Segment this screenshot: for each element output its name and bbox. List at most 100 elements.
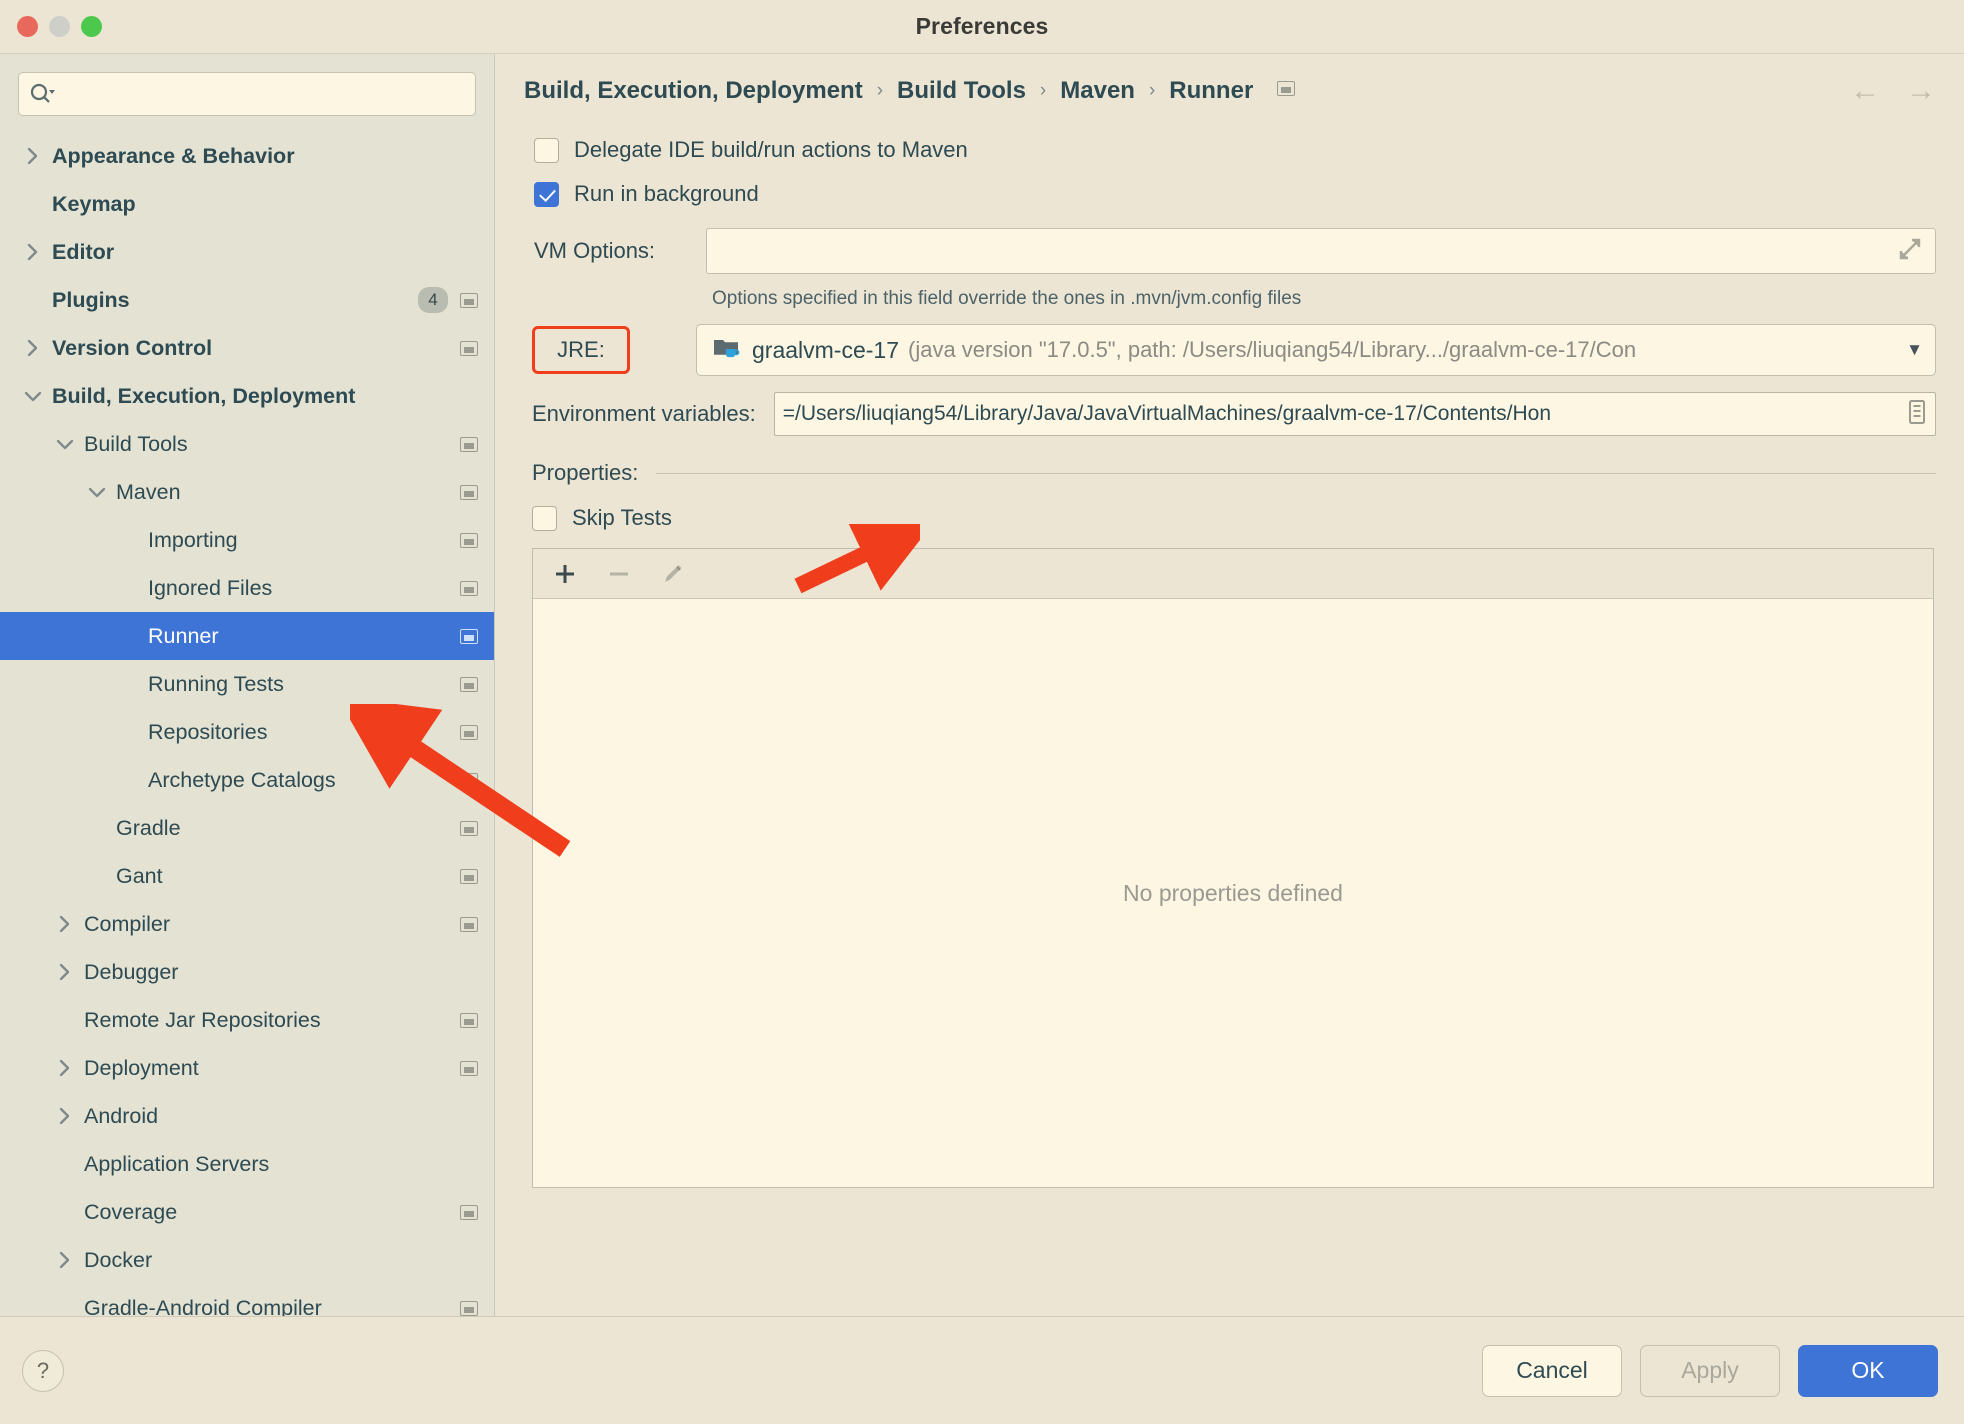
sidebar-item-build-tools[interactable]: Build Tools bbox=[0, 420, 494, 468]
sidebar-item-archetype-catalogs[interactable]: Archetype Catalogs bbox=[0, 756, 494, 804]
chevron-right-icon[interactable] bbox=[52, 1106, 78, 1126]
skip-tests-row[interactable]: Skip Tests bbox=[532, 496, 1936, 540]
sidebar-item-gradle[interactable]: Gradle bbox=[0, 804, 494, 852]
search-input[interactable] bbox=[61, 82, 465, 106]
maximize-window-icon[interactable] bbox=[81, 16, 102, 37]
breadcrumb-part-3[interactable]: Runner bbox=[1169, 77, 1253, 105]
settings-sync-icon[interactable] bbox=[460, 772, 478, 788]
chevron-right-icon[interactable] bbox=[20, 146, 46, 166]
settings-sync-icon[interactable] bbox=[460, 628, 478, 644]
minimize-window-icon[interactable] bbox=[49, 16, 70, 37]
sidebar-item-remote-jar-repositories[interactable]: Remote Jar Repositories bbox=[0, 996, 494, 1044]
settings-sync-icon[interactable] bbox=[460, 580, 478, 596]
jre-row: JRE: graalvm-ce-17 (java version "17.0.5… bbox=[524, 324, 1936, 376]
cancel-button[interactable]: Cancel bbox=[1482, 1344, 1622, 1397]
chevron-down-icon[interactable] bbox=[20, 389, 46, 403]
add-icon[interactable] bbox=[551, 560, 579, 588]
settings-sync-icon[interactable] bbox=[460, 436, 478, 452]
nav-forward-icon[interactable]: → bbox=[1906, 76, 1936, 106]
settings-sync-icon[interactable] bbox=[460, 1300, 478, 1316]
environment-variables-browse-icon[interactable] bbox=[1905, 398, 1929, 431]
sidebar-item-repositories[interactable]: Repositories bbox=[0, 708, 494, 756]
chevron-right-icon[interactable] bbox=[52, 962, 78, 982]
ok-button[interactable]: OK bbox=[1798, 1344, 1938, 1397]
settings-sync-icon[interactable] bbox=[460, 724, 478, 740]
nav-back-icon[interactable]: ← bbox=[1850, 76, 1880, 106]
sidebar-item-version-control[interactable]: Version Control bbox=[0, 324, 494, 372]
breadcrumb-separator: › bbox=[876, 80, 884, 101]
settings-sync-icon[interactable] bbox=[460, 1204, 478, 1220]
remove-icon bbox=[605, 560, 633, 588]
skip-tests-checkbox[interactable] bbox=[532, 505, 557, 531]
environment-variables-input[interactable]: =/Users/liuqiang54/Library/Java/JavaVirt… bbox=[773, 392, 1936, 436]
vm-options-input[interactable] bbox=[706, 228, 1936, 274]
delegate-checkbox-row[interactable]: Delegate IDE build/run actions to Maven bbox=[534, 128, 1936, 172]
chevron-down-icon[interactable] bbox=[84, 485, 110, 499]
breadcrumb-separator: › bbox=[1039, 80, 1047, 101]
sidebar-item-label: Build, Execution, Deployment bbox=[52, 383, 356, 408]
settings-sync-icon[interactable] bbox=[460, 820, 478, 836]
sidebar-item-docker[interactable]: Docker bbox=[0, 1236, 494, 1284]
window-body: Appearance & Behavior Keymap Editor Plugins… bbox=[0, 54, 1964, 1316]
sidebar-item-plugins[interactable]: Plugins 4 bbox=[0, 276, 494, 324]
apply-button[interactable]: Apply bbox=[1640, 1344, 1780, 1397]
sidebar-item-keymap[interactable]: Keymap bbox=[0, 180, 494, 228]
sidebar-item-compiler[interactable]: Compiler bbox=[0, 900, 494, 948]
sidebar-item-running-tests[interactable]: Running Tests bbox=[0, 660, 494, 708]
settings-sync-icon[interactable] bbox=[1277, 81, 1296, 101]
settings-sync-icon[interactable] bbox=[460, 292, 478, 308]
settings-sync-icon[interactable] bbox=[460, 868, 478, 884]
breadcrumb-part-1[interactable]: Build Tools bbox=[897, 77, 1026, 105]
sidebar-item-application-servers[interactable]: Application Servers bbox=[0, 1140, 494, 1188]
settings-main-panel: Build, Execution, Deployment › Build Too… bbox=[495, 54, 1964, 1316]
chevron-down-icon[interactable]: ▼ bbox=[1906, 340, 1923, 360]
settings-sync-icon[interactable] bbox=[460, 1012, 478, 1028]
jre-name: graalvm-ce-17 bbox=[752, 336, 899, 363]
expand-icon[interactable] bbox=[1897, 236, 1927, 267]
settings-tree[interactable]: Appearance & Behavior Keymap Editor Plugins… bbox=[0, 128, 494, 1316]
settings-sync-icon[interactable] bbox=[460, 340, 478, 356]
sidebar-item-maven[interactable]: Maven bbox=[0, 468, 494, 516]
environment-variables-label: Environment variables: bbox=[532, 401, 756, 426]
sidebar-item-runner[interactable]: Runner bbox=[0, 612, 494, 660]
sidebar-item-coverage[interactable]: Coverage bbox=[0, 1188, 494, 1236]
sidebar-item-label: Importing bbox=[148, 527, 238, 552]
breadcrumb-separator: › bbox=[1148, 80, 1156, 101]
sidebar-item-appearance-behavior[interactable]: Appearance & Behavior bbox=[0, 132, 494, 180]
settings-sync-icon[interactable] bbox=[460, 676, 478, 692]
sidebar-item-editor[interactable]: Editor bbox=[0, 228, 494, 276]
jre-combobox[interactable]: graalvm-ce-17 (java version "17.0.5", pa… bbox=[696, 324, 1936, 376]
sidebar-item-gant[interactable]: Gant bbox=[0, 852, 494, 900]
run-in-background-checkbox[interactable] bbox=[534, 181, 559, 207]
chevron-right-icon[interactable] bbox=[52, 1058, 78, 1078]
search-box[interactable] bbox=[18, 72, 476, 116]
settings-sync-icon[interactable] bbox=[460, 484, 478, 500]
properties-section-header: Properties: bbox=[532, 460, 1936, 486]
vm-options-row: VM Options: bbox=[524, 228, 1936, 274]
sidebar-item-debugger[interactable]: Debugger bbox=[0, 948, 494, 996]
chevron-right-icon[interactable] bbox=[52, 1250, 78, 1270]
chevron-right-icon[interactable] bbox=[52, 914, 78, 934]
close-window-icon[interactable] bbox=[17, 16, 38, 37]
sidebar-item-build-execution-deployment[interactable]: Build, Execution, Deployment bbox=[0, 372, 494, 420]
sidebar-item-deployment[interactable]: Deployment bbox=[0, 1044, 494, 1092]
chevron-down-icon[interactable] bbox=[52, 437, 78, 451]
chevron-right-icon[interactable] bbox=[20, 242, 46, 262]
help-button[interactable]: ? bbox=[22, 1349, 64, 1392]
settings-sync-icon[interactable] bbox=[460, 1060, 478, 1076]
sidebar-item-gradle-android-compiler[interactable]: Gradle-Android Compiler bbox=[0, 1284, 494, 1316]
sidebar-item-android[interactable]: Android bbox=[0, 1092, 494, 1140]
delegate-checkbox[interactable] bbox=[534, 137, 559, 163]
sidebar-item-importing[interactable]: Importing bbox=[0, 516, 494, 564]
settings-sync-icon[interactable] bbox=[460, 916, 478, 932]
breadcrumb-part-2[interactable]: Maven bbox=[1060, 77, 1135, 105]
jdk-folder-icon bbox=[713, 336, 741, 365]
skip-tests-label: Skip Tests bbox=[572, 505, 672, 530]
settings-sync-icon[interactable] bbox=[460, 532, 478, 548]
breadcrumb-part-0[interactable]: Build, Execution, Deployment bbox=[524, 77, 863, 105]
window-title: Preferences bbox=[915, 13, 1049, 39]
run-in-background-row[interactable]: Run in background bbox=[534, 172, 1936, 216]
sidebar-item-label: Version Control bbox=[52, 335, 213, 360]
chevron-right-icon[interactable] bbox=[20, 338, 46, 358]
sidebar-item-ignored-files[interactable]: Ignored Files bbox=[0, 564, 494, 612]
